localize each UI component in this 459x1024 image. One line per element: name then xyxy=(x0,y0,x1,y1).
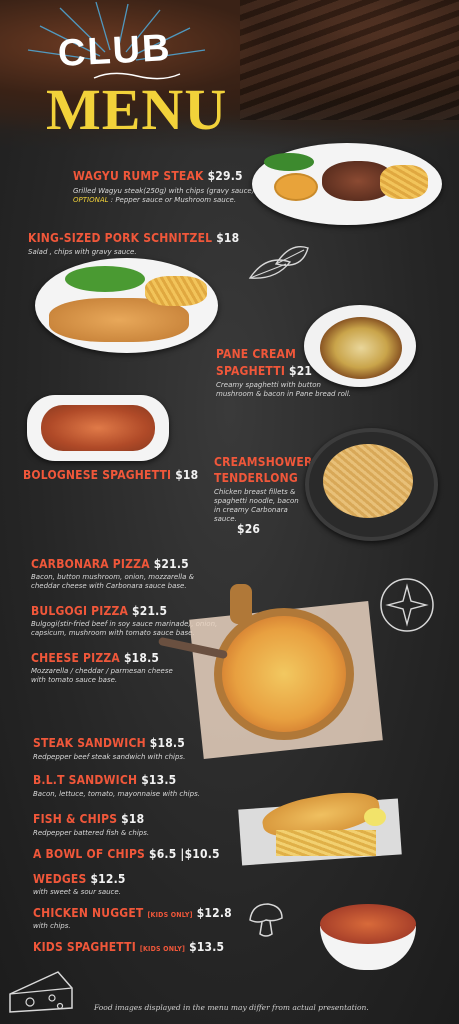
schnitzel-plate-image xyxy=(35,258,218,353)
pizza-board-image xyxy=(157,584,383,760)
bread-bowl-image xyxy=(304,305,416,387)
mushroom-icon xyxy=(249,903,283,937)
menu-item-desc: Redpepper battered fish & chips. xyxy=(33,829,150,837)
club-title: CLUB xyxy=(56,27,173,75)
menu-item-name: CHEESE PIZZA $18.5 xyxy=(31,651,160,665)
menu-item-price: $26 xyxy=(237,522,261,536)
bolognese-dish-image xyxy=(27,395,169,461)
menu-item-name: PANE CREAM SPAGHETTI $21 xyxy=(216,347,313,378)
menu-item-name: BOLOGNESE SPAGHETTI $18 xyxy=(23,468,199,482)
cheese-icon xyxy=(9,971,73,1013)
menu-item-desc: Salad , chips with gravy sauce. xyxy=(28,248,137,256)
fish-chips-image xyxy=(236,786,406,868)
grill-texture xyxy=(240,0,459,120)
menu-item-desc: Bacon, lettuce, tomato, mayonnaise with … xyxy=(33,790,200,798)
menu-item-name: KIDS SPAGHETTI [KIDS ONLY] $13.5 xyxy=(33,940,225,954)
menu-item-desc: Chicken breast fillets & spaghetti noodl… xyxy=(214,488,299,523)
menu-item-desc: Redpepper beef steak sandwich with chips… xyxy=(33,753,186,761)
footer-disclaimer: Food images displayed in the menu may di… xyxy=(94,1003,369,1012)
menu-item-name: CREAMSHOWER TENDERLONG xyxy=(214,455,313,485)
menu-item-name: BULGOGI PIZZA $21.5 xyxy=(31,604,168,618)
menu-title: MENU xyxy=(46,77,228,142)
leaf-icon xyxy=(248,246,309,279)
menu-item-desc: with chips. xyxy=(33,922,71,930)
steak-plate-image xyxy=(252,143,442,225)
menu-item-name: WAGYU RUMP STEAK $29.5 xyxy=(73,169,243,183)
menu-item-desc: Creamy spaghetti with button mushroom & … xyxy=(216,381,351,398)
menu-item-name: STEAK SANDWICH $18.5 xyxy=(33,736,185,750)
menu-item-name: A BOWL OF CHIPS $6.5 |$10.5 xyxy=(33,847,220,861)
star-anise-icon xyxy=(380,578,434,632)
menu-item-name: CARBONARA PIZZA $21.5 xyxy=(31,557,189,571)
kids-spaghetti-bowl-image xyxy=(320,896,416,970)
menu-item-name: KING-SIZED PORK SCHNITZEL $18 xyxy=(28,231,240,245)
menu-item-name: CHICKEN NUGGET [KIDS ONLY] $12.8 xyxy=(33,906,232,920)
menu-item-desc: Bacon, button mushroom, onion, mozzarell… xyxy=(31,573,195,590)
menu-item-desc: Mozzarella / cheddar / parmesan cheese w… xyxy=(31,667,173,684)
menu-item-name: B.L.T SANDWICH $13.5 xyxy=(33,773,177,787)
menu-item-name: WEDGES $12.5 xyxy=(33,872,126,886)
menu-item-desc: with sweet & sour sauce. xyxy=(33,888,121,896)
menu-item-name: FISH & CHIPS $18 xyxy=(33,812,145,826)
menu-item-desc: Grilled Wagyu steak(250g) with chips (gr… xyxy=(73,187,255,204)
pasta-pan-image xyxy=(305,428,438,541)
